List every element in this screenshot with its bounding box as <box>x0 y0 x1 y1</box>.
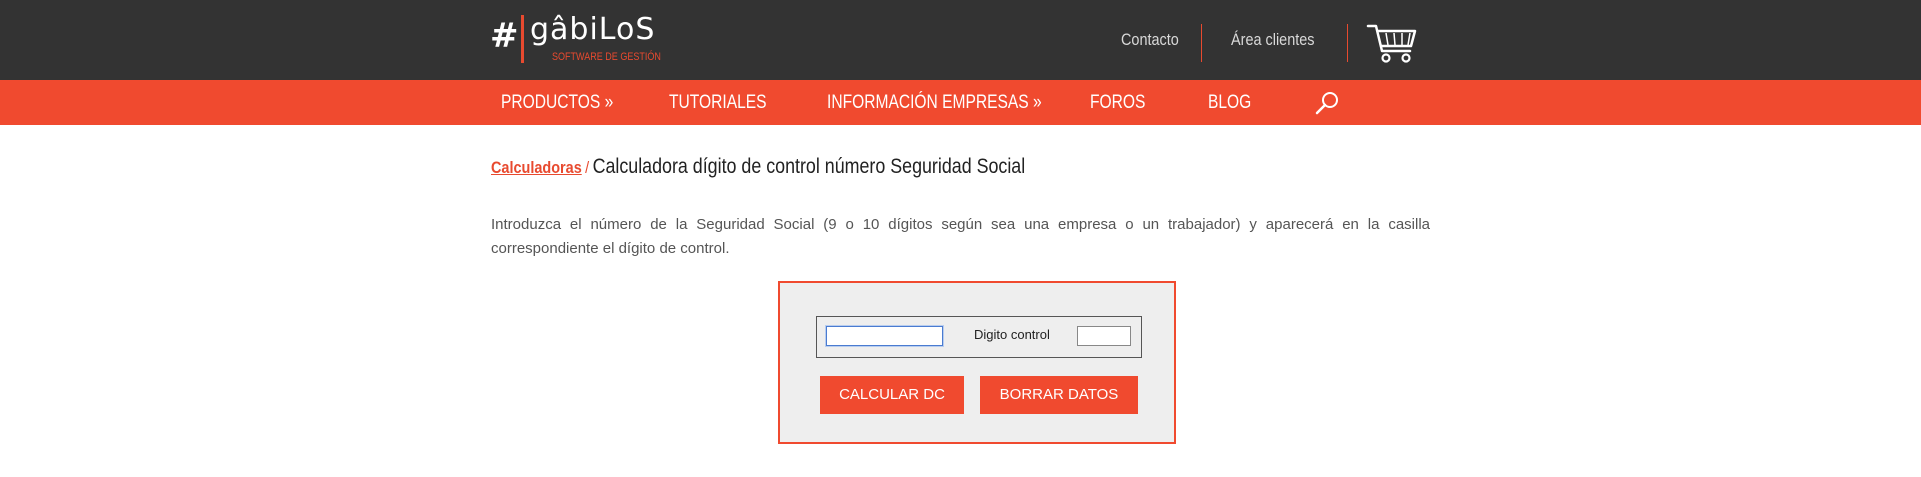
logo-divider <box>521 15 524 63</box>
intro-paragraph: Introduzca el número de la Seguridad Soc… <box>491 216 1430 257</box>
breadcrumb-link-calculadoras[interactable]: Calculadoras <box>491 158 582 177</box>
nav-item-blog[interactable]: BLOG <box>1208 92 1251 114</box>
calculator-fields-box: Digito control <box>816 316 1142 358</box>
nav-item-productos[interactable]: PRODUCTOS » <box>501 92 613 114</box>
client-area-link[interactable]: Área clientes <box>1231 30 1315 50</box>
shopping-cart-icon[interactable] <box>1366 21 1418 65</box>
calculate-dc-button[interactable]: CALCULAR DC <box>820 376 964 414</box>
contact-link[interactable]: Contacto <box>1121 30 1179 50</box>
breadcrumb-separator: / <box>585 158 590 177</box>
logo-tagline: SOFTWARE DE GESTIÓN <box>552 51 661 63</box>
page-title: Calculadora dígito de control número Seg… <box>592 155 1026 178</box>
site-logo[interactable]: # gâbiLoS SOFTWARE DE GESTIÓN <box>490 13 670 67</box>
calculator-panel: Digito control CALCULAR DC BORRAR DATOS <box>778 281 1176 444</box>
nav-item-tutoriales[interactable]: TUTORIALES <box>669 92 767 114</box>
search-icon[interactable] <box>1314 90 1340 116</box>
logo-name: gâbiLoS <box>530 12 656 47</box>
header-divider <box>1201 24 1202 62</box>
clear-data-button[interactable]: BORRAR DATOS <box>980 376 1138 414</box>
ss-number-input[interactable] <box>826 326 943 346</box>
control-digit-label: Digito control <box>974 327 1050 342</box>
header-divider <box>1347 24 1348 62</box>
main-navigation: PRODUCTOS » TUTORIALES INFORMACIÓN EMPRE… <box>0 80 1921 125</box>
nav-item-informacion-empresas[interactable]: INFORMACIÓN EMPRESAS » <box>827 92 1042 114</box>
breadcrumb: Calculadoras / Calculadora dígito de contr… <box>491 155 1025 179</box>
logo-hash-symbol: # <box>490 16 519 56</box>
top-header: # gâbiLoS SOFTWARE DE GESTIÓN Contacto Á… <box>0 0 1921 80</box>
control-digit-field[interactable] <box>1077 326 1131 346</box>
nav-item-foros[interactable]: FOROS <box>1090 92 1145 114</box>
